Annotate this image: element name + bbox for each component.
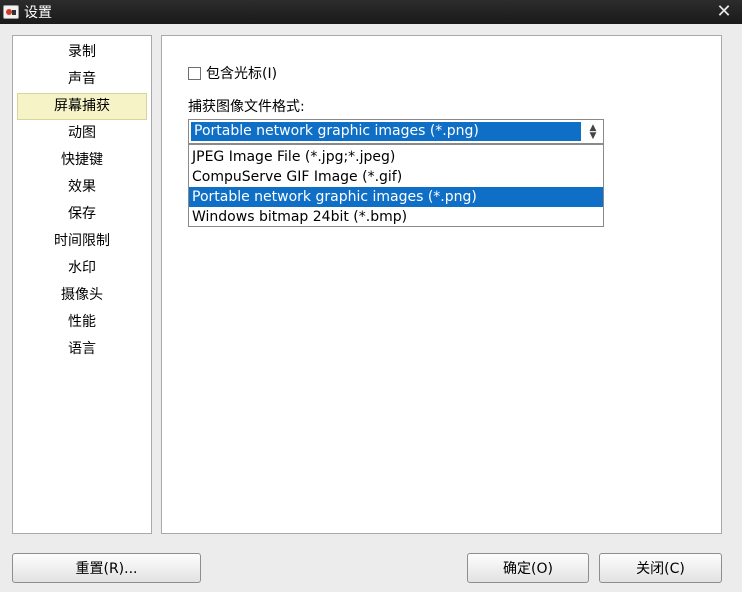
sidebar-item-effects[interactable]: 效果 [17,174,147,201]
close-icon[interactable]: ✕ [714,2,734,22]
include-cursor-checkbox[interactable] [188,66,201,80]
title-bar: 设置 ✕ [0,0,742,24]
close-button[interactable]: 关闭(C) [599,553,722,583]
format-option-jpeg[interactable]: JPEG Image File (*.jpg;*.jpeg) [189,147,603,167]
include-cursor-label: 包含光标(I) [206,66,278,82]
format-option-bmp[interactable]: Windows bitmap 24bit (*.bmp) [189,207,603,227]
sidebar-item-time-limit[interactable]: 时间限制 [17,228,147,255]
format-option-gif[interactable]: CompuServe GIF Image (*.gif) [189,167,603,187]
ok-button[interactable]: 确定(O) [467,553,589,583]
settings-sidebar: 录制 声音 屏幕捕获 动图 快捷键 效果 保存 时间限制 水印 摄像头 性能 语… [12,35,152,534]
sidebar-item-webcam[interactable]: 摄像头 [17,282,147,309]
image-format-selected-value: Portable network graphic images (*.png) [191,122,581,141]
window-title: 设置 [24,5,52,21]
updown-arrow-icon: ▲ ▼ [589,123,597,141]
include-cursor-option[interactable]: 包含光标(I) [188,63,277,83]
sidebar-item-watermark[interactable]: 水印 [17,255,147,282]
sidebar-item-sound[interactable]: 声音 [17,66,147,93]
app-icon [3,5,19,19]
settings-panel: 包含光标(I) 捕获图像文件格式: Portable network graph… [161,35,722,534]
sidebar-item-screen-capture[interactable]: 屏幕捕获 [17,93,147,120]
sidebar-item-gif[interactable]: 动图 [17,120,147,147]
sidebar-item-language[interactable]: 语言 [17,336,147,363]
image-format-select[interactable]: Portable network graphic images (*.png) … [188,119,604,144]
sidebar-item-performance[interactable]: 性能 [17,309,147,336]
sidebar-item-hotkeys[interactable]: 快捷键 [17,147,147,174]
sidebar-item-record[interactable]: 录制 [17,39,147,66]
image-format-dropdown-list: JPEG Image File (*.jpg;*.jpeg) CompuServ… [188,144,604,227]
format-option-png[interactable]: Portable network graphic images (*.png) [189,187,603,207]
image-format-label: 捕获图像文件格式: [188,99,305,115]
sidebar-item-save[interactable]: 保存 [17,201,147,228]
reset-button[interactable]: 重置(R)... [12,553,201,583]
